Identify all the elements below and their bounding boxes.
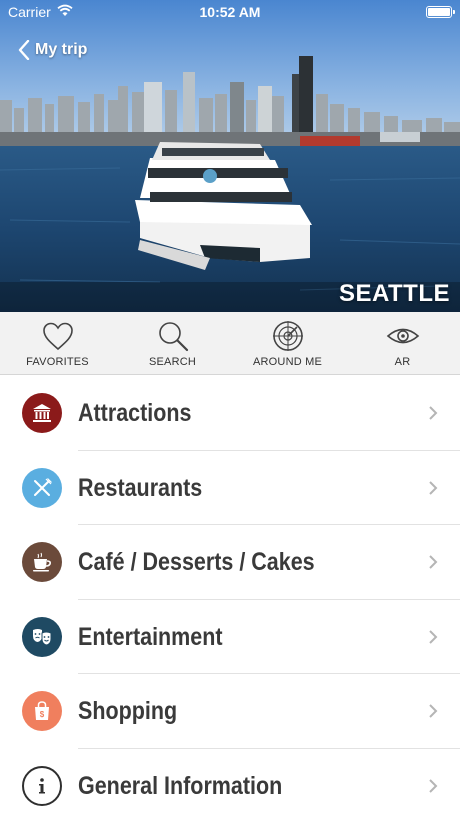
category-restaurants-label: Restaurants [78,473,203,502]
toolbar-search[interactable]: SEARCH [115,312,230,374]
toolbar-around-me[interactable]: AROUND ME [230,312,345,374]
back-button-label: My trip [35,41,88,58]
category-entertainment-label: Entertainment [78,622,223,651]
category-attractions[interactable]: Attractions [0,376,460,451]
chevron-right-icon [429,406,438,420]
museum-icon [22,393,62,433]
category-attractions-label: Attractions [78,399,192,427]
battery-icon [426,6,455,18]
chevron-right-icon [429,704,438,718]
quick-toolbar: FAVORITES SEARCH AROUND ME AR [0,312,460,375]
category-general-information[interactable]: General Information [0,749,460,818]
toolbar-search-label: SEARCH [148,356,197,368]
info-icon [22,765,62,806]
toolbar-favorites-label: FAVORITES [26,356,89,368]
heart-icon [42,322,73,351]
chevron-right-icon [429,778,438,793]
hero-image: Carrier 10:52 AM My trip SEATTLE [0,0,460,312]
category-restaurants[interactable]: Restaurants [0,451,460,525]
coffee-cup-icon [22,542,62,582]
category-cafe-desserts[interactable]: Café / Desserts / Cakes [0,525,460,600]
magnifier-icon [158,322,188,352]
category-cafe-desserts-label: Café / Desserts / Cakes [78,548,315,576]
toolbar-ar[interactable]: AR [345,312,460,374]
chevron-right-icon [429,480,438,495]
chevron-right-icon [429,555,438,569]
chevron-right-icon [429,629,438,644]
category-shopping-label: Shopping [78,697,178,725]
svg-text:$: $ [40,710,45,719]
clock-label: 10:52 AM [199,4,261,20]
category-general-information-label: General Information [78,771,283,800]
toolbar-ar-label: AR [394,356,411,368]
category-list: Attractions Restaurants Café / Desserts … [0,376,460,818]
category-shopping[interactable]: $ Shopping [0,674,460,749]
shopping-bag-icon: $ [22,691,62,731]
toolbar-favorites[interactable]: FAVORITES [0,312,115,374]
back-button[interactable]: My trip [18,38,87,62]
city-title: SEATTLE [338,280,450,307]
toolbar-around-me-label: AROUND ME [252,356,323,368]
radar-icon [272,321,303,351]
theater-masks-icon [22,616,62,657]
chevron-left-icon [18,40,30,60]
eye-icon [386,328,419,344]
status-bar: Carrier 10:52 AM [0,0,460,26]
category-entertainment[interactable]: Entertainment [0,600,460,674]
fork-knife-icon [22,467,62,508]
